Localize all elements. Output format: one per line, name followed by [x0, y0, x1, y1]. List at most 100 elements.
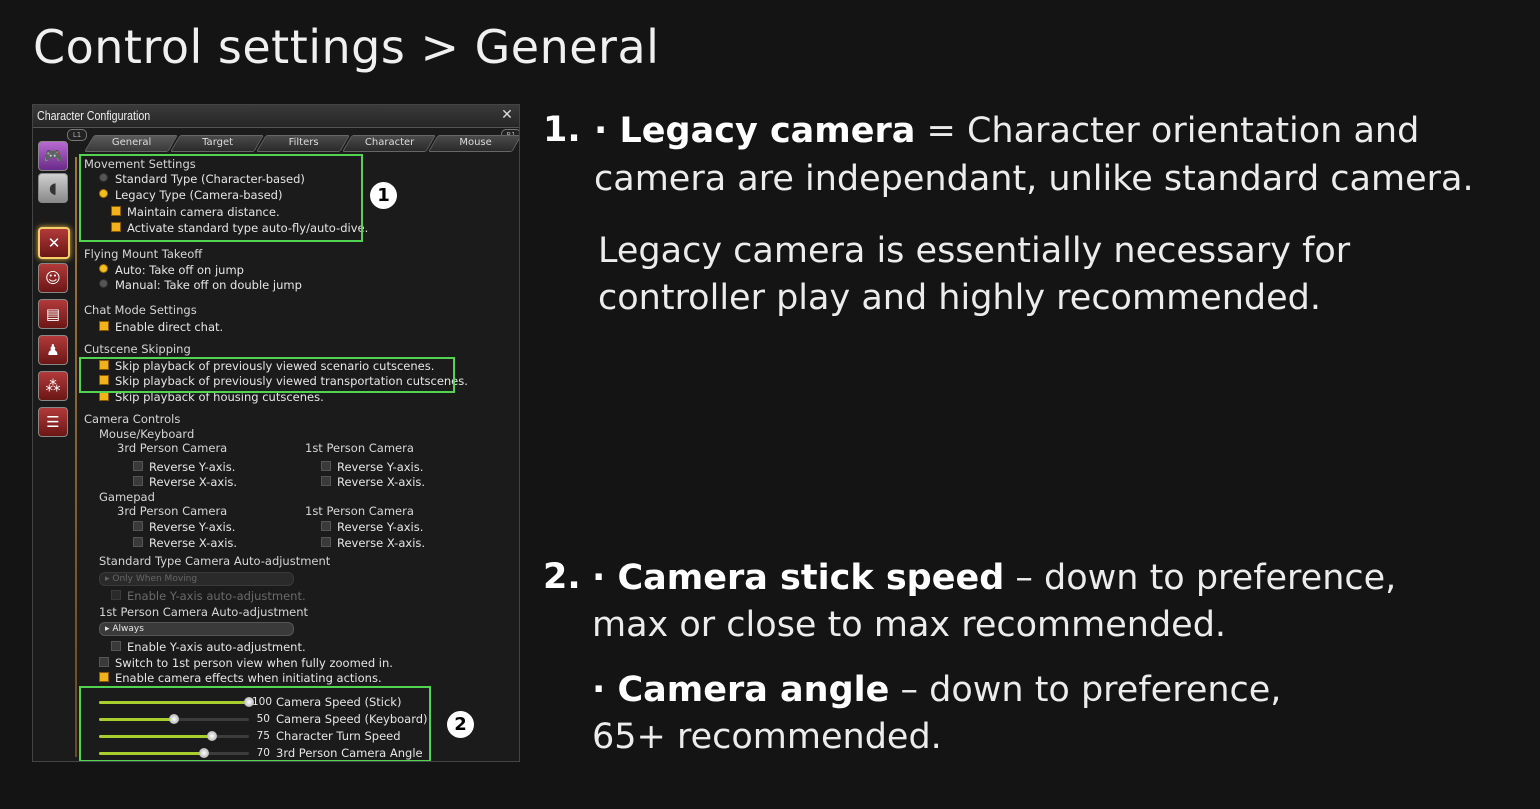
tab-label: Filters — [288, 137, 319, 148]
checkbox-unchecked-icon — [133, 461, 143, 471]
note-1-para-2-line-2: controller play and highly recommended. — [598, 278, 1321, 318]
checkbox-mk-1st-reverse-x[interactable]: Reverse X-axis. — [321, 475, 425, 489]
checkbox-first-enable-y[interactable]: Enable Y-axis auto-adjustment. — [111, 640, 306, 654]
option-label: Enable direct chat. — [115, 320, 224, 334]
window-titlebar[interactable]: Character Configuration ✕ — [33, 105, 519, 128]
checkbox-unchecked-icon — [321, 537, 331, 547]
section-heading-camera: Camera Controls — [84, 412, 181, 426]
note-number-2: 2. — [543, 557, 581, 597]
dropdown-first-auto-adjust[interactable]: ▸ Always — [99, 622, 294, 636]
gamepad-icon[interactable]: 🎮 — [38, 141, 68, 171]
note-2-term: · Camera stick speed — [592, 558, 1005, 598]
checkbox-gp-1st-reverse-x[interactable]: Reverse X-axis. — [321, 536, 425, 550]
dropdown-standard-auto-adjust[interactable]: ▸ Only When Moving — [99, 572, 294, 586]
checkbox-std-enable-y[interactable]: Enable Y-axis auto-adjustment. — [111, 589, 306, 603]
radio-auto-takeoff[interactable]: Auto: Take off on jump — [99, 263, 244, 277]
page-title: Control settings > General — [33, 20, 660, 74]
tab-character[interactable]: Character — [342, 135, 436, 152]
chat-icon[interactable]: ☰ — [38, 407, 68, 437]
radio-off-icon — [99, 279, 108, 288]
checkbox-gp-3rd-reverse-y[interactable]: Reverse Y-axis. — [133, 520, 235, 534]
callout-badge-1: 1 — [370, 182, 397, 209]
person-icon[interactable]: ♟ — [38, 335, 68, 365]
option-label: Reverse X-axis. — [149, 536, 238, 550]
label-standard-auto-adjust: Standard Type Camera Auto-adjustment — [99, 554, 331, 568]
note-1-line-1: · Legacy camera = Character orientation … — [594, 108, 1419, 155]
tab-general[interactable]: General — [84, 135, 178, 152]
highlight-box-cutscene — [79, 357, 455, 393]
option-label: Enable camera effects when initiating ac… — [115, 671, 382, 685]
section-heading-chat: Chat Mode Settings — [84, 303, 197, 317]
tab-shortcut-left-badge: L1 — [67, 129, 87, 141]
checkbox-unchecked-icon — [133, 537, 143, 547]
checkbox-checked-icon — [99, 672, 109, 682]
note-number-1: 1. — [543, 110, 581, 150]
checkbox-unchecked-icon — [99, 657, 109, 667]
checkbox-gp-3rd-reverse-x[interactable]: Reverse X-axis. — [133, 536, 237, 550]
note-3-line-2: 65+ recommended. — [592, 717, 942, 757]
callout-badge-2: 2 — [447, 711, 474, 738]
tab-mouse[interactable]: Mouse — [428, 135, 519, 152]
checkbox-disabled-icon — [111, 590, 121, 600]
note-1-text: = Character orientation and — [915, 111, 1420, 151]
checkbox-unchecked-icon — [133, 521, 143, 531]
party-icon[interactable]: ⁂ — [38, 371, 68, 401]
tab-filters[interactable]: Filters — [256, 135, 350, 152]
option-label: Reverse X-axis. — [149, 475, 238, 489]
checkbox-checked-icon — [99, 321, 109, 331]
highlight-box-sliders — [79, 686, 431, 761]
note-2-text: – down to preference, — [1004, 558, 1397, 598]
option-label: Reverse Y-axis. — [337, 460, 424, 474]
tab-label: General — [111, 137, 152, 148]
tab-bar: General Target Filters Character Mouse — [84, 135, 519, 152]
tab-label: Target — [202, 137, 234, 148]
note-3-term: · Camera angle — [592, 670, 890, 710]
label-third-person-mk: 3rd Person Camera — [117, 441, 228, 455]
character-icon[interactable]: ☺ — [38, 263, 68, 293]
checkbox-unchecked-icon — [111, 641, 121, 651]
character-configuration-window: Character Configuration ✕ L1 R1 General … — [32, 104, 520, 762]
subheading-mouse-keyboard: Mouse/Keyboard — [99, 427, 195, 441]
section-heading-flying: Flying Mount Takeoff — [84, 247, 203, 261]
option-label: Reverse Y-axis. — [149, 460, 236, 474]
option-label: Switch to 1st person view when fully zoo… — [115, 656, 393, 670]
checkbox-unchecked-icon — [321, 521, 331, 531]
window-title: Character Configuration — [37, 108, 151, 123]
note-1-term: · Legacy camera — [594, 111, 916, 151]
label-first-person-mk: 1st Person Camera — [305, 441, 414, 455]
radio-on-icon — [99, 264, 108, 273]
label-first-person-gp: 1st Person Camera — [305, 504, 414, 518]
option-label: Enable Y-axis auto-adjustment. — [127, 640, 306, 654]
hud-icon[interactable]: ▤ — [38, 299, 68, 329]
note-3-text: – down to preference, — [889, 670, 1282, 710]
option-label: Manual: Take off on double jump — [115, 278, 302, 292]
checkbox-direct-chat[interactable]: Enable direct chat. — [99, 320, 223, 334]
tab-label: Mouse — [459, 137, 492, 148]
tab-target[interactable]: Target — [170, 135, 264, 152]
checkbox-gp-1st-reverse-y[interactable]: Reverse Y-axis. — [321, 520, 423, 534]
section-heading-cutscene: Cutscene Skipping — [84, 342, 191, 356]
option-label: Auto: Take off on jump — [115, 263, 244, 277]
checkbox-mk-3rd-reverse-x[interactable]: Reverse X-axis. — [133, 475, 237, 489]
tab-label: Character — [364, 137, 415, 148]
subheading-gamepad: Gamepad — [99, 490, 155, 504]
note-3-line-1: · Camera angle – down to preference, — [592, 667, 1281, 714]
note-1-line-2: camera are independant, unlike standard … — [594, 159, 1474, 199]
option-label: Reverse X-axis. — [337, 475, 426, 489]
checkbox-switch-first-person[interactable]: Switch to 1st person view when fully zoo… — [99, 656, 393, 670]
note-2-line-2: max or close to max recommended. — [592, 605, 1227, 645]
label-first-auto-adjust: 1st Person Camera Auto-adjustment — [99, 605, 309, 619]
crossed-arrows-icon[interactable]: ✕ — [38, 227, 70, 259]
checkbox-unchecked-icon — [133, 476, 143, 486]
close-icon[interactable]: ✕ — [499, 107, 515, 123]
option-label: Reverse Y-axis. — [337, 520, 424, 534]
checkbox-unchecked-icon — [321, 476, 331, 486]
label-third-person-gp: 3rd Person Camera — [117, 504, 228, 518]
checkbox-mk-1st-reverse-y[interactable]: Reverse Y-axis. — [321, 460, 423, 474]
checkbox-camera-effects[interactable]: Enable camera effects when initiating ac… — [99, 671, 382, 685]
note-1-para-2-line-1: Legacy camera is essentially necessary f… — [598, 231, 1351, 271]
radio-manual-takeoff[interactable]: Manual: Take off on double jump — [99, 278, 302, 292]
mouse-icon[interactable]: ◖ — [38, 173, 68, 203]
checkbox-mk-3rd-reverse-y[interactable]: Reverse Y-axis. — [133, 460, 235, 474]
note-2-line-1: · Camera stick speed – down to preferenc… — [592, 555, 1396, 602]
